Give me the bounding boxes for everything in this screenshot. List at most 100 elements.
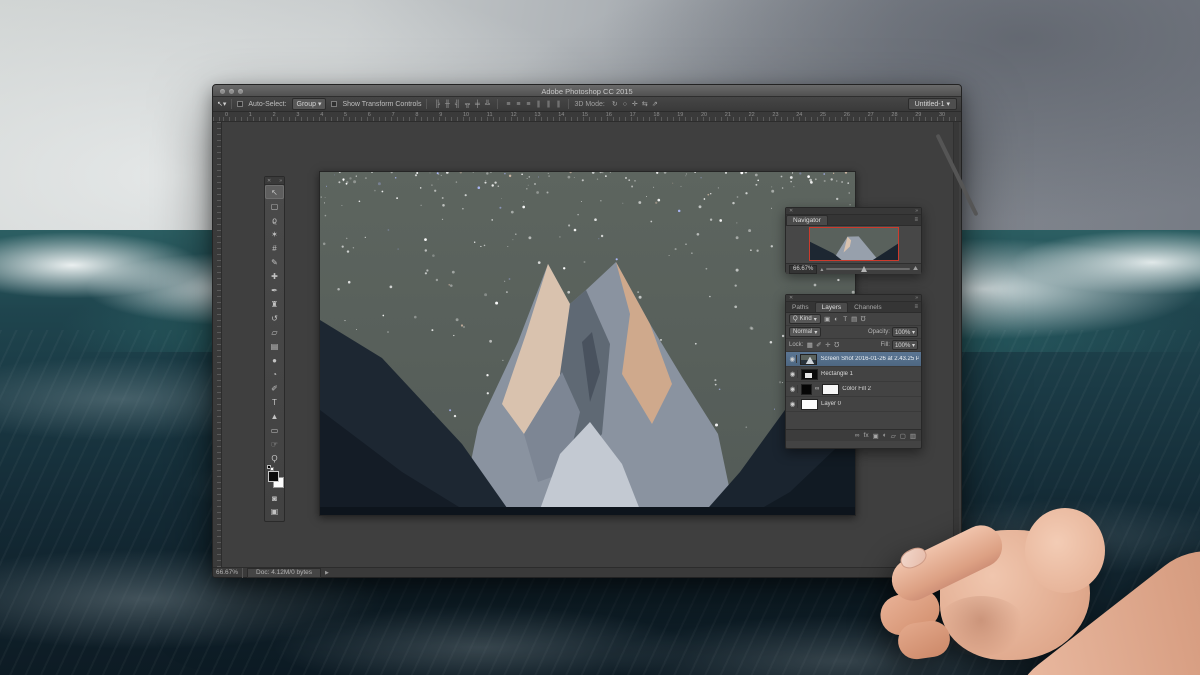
lock-transparency-icon[interactable]: ▦: [805, 341, 814, 349]
3d-drag-icon[interactable]: ✛: [630, 100, 640, 108]
status-options-arrow[interactable]: ▶: [325, 570, 329, 576]
layer-row-screen-shot[interactable]: ◉ Screen Shot 2016-01-26 at 2.43.25 PM: [786, 352, 921, 367]
quick-mask-icon[interactable]: ◙: [265, 493, 284, 504]
3d-rotate-icon[interactable]: ↻: [610, 100, 620, 108]
link-layers-icon[interactable]: ∞: [855, 432, 860, 439]
new-layer-icon[interactable]: ▢: [900, 432, 906, 440]
magic-wand-tool[interactable]: ✶: [265, 227, 284, 241]
distribute-top-edges-icon[interactable]: ≡: [503, 101, 513, 108]
shape-tool[interactable]: ▭: [265, 423, 284, 437]
distribute-bottom-edges-icon[interactable]: ≡: [523, 101, 533, 108]
document-tab[interactable]: Untitled-1 ▾: [907, 98, 957, 110]
visibility-eye-icon[interactable]: ◉: [788, 355, 798, 363]
path-selection-tool[interactable]: ▲: [265, 409, 284, 423]
auto-select-dropdown[interactable]: Group ▾: [291, 98, 327, 110]
3d-scale-icon[interactable]: ⇗: [650, 100, 660, 108]
history-brush-tool[interactable]: ↺: [265, 311, 284, 325]
filter-kind-dropdown[interactable]: Ϙ Kind ▾: [789, 314, 821, 324]
3d-slide-icon[interactable]: ⇆: [640, 100, 650, 108]
zoom-tool[interactable]: Ϙ: [265, 451, 284, 465]
marquee-tool[interactable]: ▢: [265, 199, 284, 213]
visibility-eye-icon[interactable]: ◉: [788, 370, 798, 378]
distribute-right-edges-icon[interactable]: ∥: [553, 100, 563, 108]
tab-layers[interactable]: Layers: [814, 302, 849, 312]
gradient-tool[interactable]: ▤: [265, 339, 284, 353]
layer-thumbnail[interactable]: [800, 353, 818, 365]
close-panel-icon[interactable]: ✕: [789, 295, 793, 301]
align-top-edges-icon[interactable]: ╦: [462, 101, 472, 108]
tab-paths[interactable]: Paths: [786, 303, 815, 312]
color-fill-swatch[interactable]: [801, 383, 812, 395]
panel-menu-icon[interactable]: ≡: [914, 304, 918, 310]
filter-smart-objects-icon[interactable]: ℧: [859, 315, 868, 323]
layer-row-layer-0[interactable]: ◉ Layer 0: [786, 397, 921, 412]
lock-all-icon[interactable]: ℧: [832, 341, 841, 349]
add-layer-mask-icon[interactable]: ▣: [873, 432, 879, 440]
visibility-eye-icon[interactable]: ◉: [788, 400, 798, 408]
3d-roll-icon[interactable]: ○: [620, 101, 630, 108]
clone-stamp-tool[interactable]: ♜: [265, 297, 284, 311]
vertical-scrollbar[interactable]: [935, 122, 979, 562]
close-panel-icon[interactable]: ✕: [267, 178, 271, 184]
auto-select-checkbox[interactable]: [237, 101, 244, 107]
align-vertical-centers-icon[interactable]: ╪: [472, 101, 482, 108]
filter-pixel-layers-icon[interactable]: ▣: [823, 315, 832, 323]
vertical-ruler[interactable]: [213, 122, 222, 570]
crop-tool[interactable]: #: [265, 241, 284, 255]
status-zoom-field[interactable]: 66.67%: [216, 569, 238, 576]
delete-layer-icon[interactable]: ▥: [910, 432, 916, 440]
opacity-field[interactable]: 100% ▾: [891, 327, 918, 337]
align-horizontal-centers-icon[interactable]: ╫: [442, 101, 452, 108]
tab-navigator[interactable]: Navigator: [786, 215, 828, 225]
panel-menu-icon[interactable]: ≡: [914, 217, 918, 223]
align-right-edges-icon[interactable]: ╣: [452, 101, 462, 108]
filter-shape-layers-icon[interactable]: ▤: [850, 315, 859, 323]
screen-mode-icon[interactable]: ▣: [265, 506, 284, 517]
blur-tool[interactable]: ●: [265, 353, 284, 367]
document-canvas[interactable]: [319, 171, 856, 516]
document-size-info[interactable]: Doc: 4.12M/0 bytes: [247, 567, 322, 578]
title-bar[interactable]: Adobe Photoshop CC 2015: [213, 85, 961, 97]
slider-knob[interactable]: [861, 265, 868, 272]
hand-tool[interactable]: ☞: [265, 437, 284, 451]
distribute-left-edges-icon[interactable]: ∥: [533, 100, 543, 108]
collapse-panel-icon[interactable]: »: [915, 295, 918, 301]
collapse-panel-icon[interactable]: »: [915, 208, 918, 214]
zoom-in-icon[interactable]: ⛰: [913, 266, 918, 273]
tab-channels[interactable]: Channels: [848, 303, 887, 312]
eraser-tool[interactable]: ▱: [265, 325, 284, 339]
navigator-zoom-field[interactable]: 66.67%: [789, 264, 818, 274]
layer-row-color-fill-2[interactable]: ◉ ∞ Color Fill 2: [786, 382, 921, 397]
filter-type-layers-icon[interactable]: T: [841, 316, 850, 323]
lasso-tool[interactable]: ϱ: [265, 213, 284, 227]
pen-tool[interactable]: ✐: [265, 381, 284, 395]
type-tool[interactable]: T: [265, 395, 284, 409]
filter-adjustment-layers-icon[interactable]: ◐: [832, 316, 841, 323]
fill-field[interactable]: 100% ▾: [891, 340, 918, 350]
navigator-zoom-slider[interactable]: [826, 265, 910, 272]
show-transform-checkbox[interactable]: [331, 101, 338, 107]
eyedropper-tool[interactable]: ✎: [265, 255, 284, 269]
layer-thumbnail[interactable]: [801, 398, 818, 410]
zoom-out-icon[interactable]: ▴: [820, 266, 823, 273]
distribute-horizontal-centers-icon[interactable]: ∥: [543, 100, 553, 108]
lock-pixels-icon[interactable]: ✐: [814, 341, 823, 349]
close-panel-icon[interactable]: ✕: [789, 208, 793, 214]
visibility-eye-icon[interactable]: ◉: [788, 385, 798, 393]
dodge-tool[interactable]: ◔: [265, 367, 284, 381]
layer-mask-thumbnail[interactable]: [822, 383, 840, 395]
layer-thumbnail[interactable]: [801, 368, 818, 380]
blend-mode-dropdown[interactable]: Normal ▾: [789, 327, 822, 337]
healing-brush-tool[interactable]: ✚: [265, 269, 284, 283]
move-tool[interactable]: ↖: [265, 185, 284, 199]
align-bottom-edges-icon[interactable]: ╩: [482, 101, 492, 108]
collapse-panel-icon[interactable]: »: [279, 178, 282, 184]
navigator-view-box[interactable]: [809, 227, 899, 261]
lock-position-icon[interactable]: ✛: [823, 341, 832, 349]
layer-row-rectangle-1[interactable]: ◉ Rectangle 1: [786, 367, 921, 382]
new-group-icon[interactable]: ▱: [891, 432, 896, 440]
foreground-color-swatch[interactable]: [268, 471, 279, 482]
brush-tool[interactable]: ✒: [265, 283, 284, 297]
horizontal-ruler[interactable]: 0 1 2 3 4 5 6 7 8 9 10 11 12 13 14 15 16 17 18 19 20 21 22 23 24…: [213, 112, 961, 122]
align-left-edges-icon[interactable]: ╠: [432, 101, 442, 108]
